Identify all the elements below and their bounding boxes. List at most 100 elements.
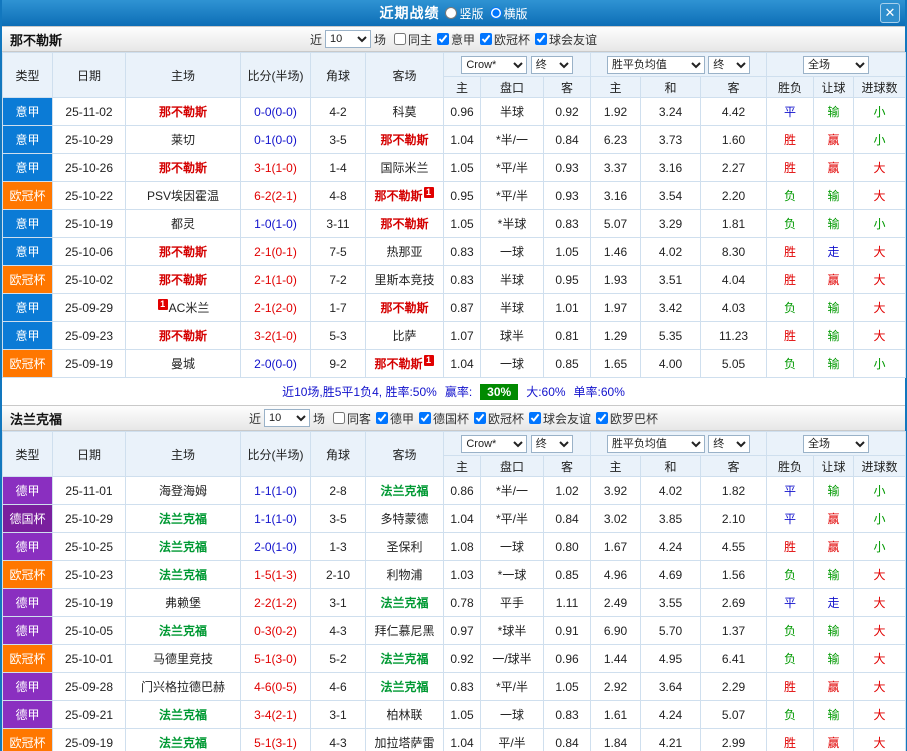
close-icon[interactable]: ✕	[880, 3, 900, 23]
handicap-result: 输	[813, 209, 855, 238]
filter-checkbox[interactable]	[332, 412, 345, 424]
filter-欧冠杯[interactable]: 欧冠杯	[480, 31, 530, 48]
league-badge: 意甲	[2, 125, 53, 154]
euro-draw-odds: 3.16	[640, 153, 702, 182]
filter-同主[interactable]: 同主	[393, 31, 432, 48]
euro-draw-odds: 4.24	[640, 532, 702, 561]
home-team: 那不勒斯	[125, 265, 241, 294]
handicap: 半球	[480, 293, 544, 322]
odds-company-select[interactable]: Crow*	[461, 55, 528, 74]
league-badge: 意甲	[2, 209, 53, 238]
team-label: 柏林联	[386, 708, 423, 722]
filter-checkbox[interactable]	[419, 412, 431, 424]
filter-同客[interactable]: 同客	[332, 410, 371, 427]
euro-final-select[interactable]: 终	[708, 434, 751, 453]
euro-odds-group-header: 胜平负均值 终	[590, 52, 768, 77]
team-name: 那不勒斯	[10, 32, 63, 48]
handicap-result: 赢	[813, 504, 855, 533]
filter-欧罗巴杯[interactable]: 欧罗巴杯	[596, 410, 658, 427]
corners: 3-11	[310, 209, 366, 238]
filter-checkbox[interactable]	[393, 33, 406, 45]
asian-final-select[interactable]: 终	[530, 55, 573, 74]
home-team: 法兰克福	[125, 700, 241, 729]
asian-away-odds: 0.91	[542, 616, 592, 645]
col-home: 主场	[125, 52, 241, 98]
vertical-radio[interactable]	[445, 7, 458, 19]
asian-final-select[interactable]: 终	[530, 434, 573, 453]
asian-home-odds: 0.83	[443, 237, 481, 266]
filter-checkbox[interactable]	[474, 412, 487, 424]
filter-意甲[interactable]: 意甲	[437, 31, 475, 48]
asian-away-odds: 1.11	[542, 588, 592, 617]
result: 负	[766, 349, 815, 378]
col-euro-home: 主	[590, 76, 642, 98]
titlebar-center: 近期战绩 竖版 横版	[2, 3, 905, 23]
frankfurt-filter-bar: 近 10 场 同客 德甲 德国杯 欧冠杯 球会友谊 欧罗巴杯	[2, 409, 905, 427]
euro-final-select[interactable]: 终	[708, 55, 751, 74]
home-team: 法兰克福	[125, 532, 241, 561]
filter-checkbox[interactable]	[535, 33, 548, 45]
team-label: 海登海姆	[158, 484, 207, 498]
match-date: 25-10-19	[52, 588, 126, 617]
filter-checkbox[interactable]	[375, 412, 388, 424]
filter-德甲[interactable]: 德甲	[375, 410, 414, 427]
goals-result: 大	[853, 293, 907, 322]
away-team: 拜仁慕尼黑	[365, 616, 444, 645]
corners: 1-4	[310, 153, 366, 182]
filter-checkbox[interactable]	[529, 412, 542, 424]
match-date: 25-10-22	[52, 181, 126, 210]
team-label: 拜仁慕尼黑	[374, 624, 435, 638]
euro-away-odds: 2.27	[700, 153, 768, 182]
euro-average-select[interactable]: 胜平负均值	[606, 55, 705, 74]
horizontal-radio[interactable]	[489, 7, 502, 19]
col-goals: 进球数	[853, 76, 907, 98]
col-date: 日期	[52, 431, 126, 477]
filter-欧冠杯[interactable]: 欧冠杯	[474, 410, 524, 427]
team-label: 马德里竞技	[152, 652, 213, 666]
asian-home-odds: 0.83	[443, 265, 481, 294]
table-header-row-1: 类型 日期 主场 比分(半场) 角球 客场 Crow* 终 胜平负均值 终 全场	[2, 52, 907, 98]
euro-odds-group-header: 胜平负均值 终	[590, 431, 768, 456]
filter-checkbox[interactable]	[596, 412, 609, 424]
layout-option-vertical[interactable]: 竖版	[445, 5, 484, 22]
filter-checkbox[interactable]	[437, 33, 449, 45]
asian-away-odds: 0.84	[542, 504, 592, 533]
euro-away-odds: 5.05	[700, 349, 768, 378]
layout-option-horizontal[interactable]: 横版	[489, 5, 528, 22]
handicap: *平/半	[480, 504, 544, 533]
away-team: 热那亚	[365, 237, 444, 266]
odds-company-select[interactable]: Crow*	[461, 434, 528, 453]
scope-select[interactable]: 全场	[803, 434, 870, 453]
league-badge: 德甲	[2, 700, 53, 729]
filter-德国杯[interactable]: 德国杯	[419, 410, 469, 427]
frankfurt-table-body: 德甲 25-11-01 海登海姆 1-1(1-0) 2-8 法兰克福 0.86 *半/一 1.0…	[2, 476, 907, 751]
asian-home-odds: 0.83	[443, 672, 481, 701]
asian-away-odds: 0.84	[542, 125, 592, 154]
filter-checkbox[interactable]	[480, 33, 493, 45]
euro-average-select[interactable]: 胜平负均值	[606, 434, 705, 453]
league-badge: 欧冠杯	[2, 644, 53, 673]
matches-count-select[interactable]: 10	[324, 30, 371, 48]
match-date: 25-11-01	[52, 476, 126, 505]
handicap: *平/半	[480, 181, 544, 210]
euro-away-odds: 4.04	[700, 265, 768, 294]
match-row: 德甲 25-10-05 法兰克福 0-3(0-2) 4-3 拜仁慕尼黑 0.97 *球半 0.9…	[2, 616, 907, 645]
matches-count-select[interactable]: 10	[263, 409, 310, 427]
handicap-result: 赢	[813, 153, 855, 182]
result: 平	[766, 504, 815, 533]
games-label: 场	[373, 32, 386, 47]
scope-select[interactable]: 全场	[803, 55, 870, 74]
euro-draw-odds: 4.00	[640, 349, 702, 378]
score: 0-3(0-2)	[240, 616, 311, 645]
away-team: 那不勒斯 1	[365, 181, 444, 210]
col-asian-away: 客	[542, 76, 592, 98]
team-label: 那不勒斯	[158, 329, 207, 343]
euro-home-odds: 2.49	[590, 588, 642, 617]
score: 2-1(2-0)	[240, 293, 311, 322]
league-badge: 德甲	[2, 532, 53, 561]
col-away: 客场	[365, 431, 444, 477]
team-label: 法兰克福	[158, 512, 207, 526]
handicap: 平手	[480, 588, 544, 617]
filter-球会友谊[interactable]: 球会友谊	[529, 410, 591, 427]
filter-球会友谊[interactable]: 球会友谊	[535, 31, 597, 48]
